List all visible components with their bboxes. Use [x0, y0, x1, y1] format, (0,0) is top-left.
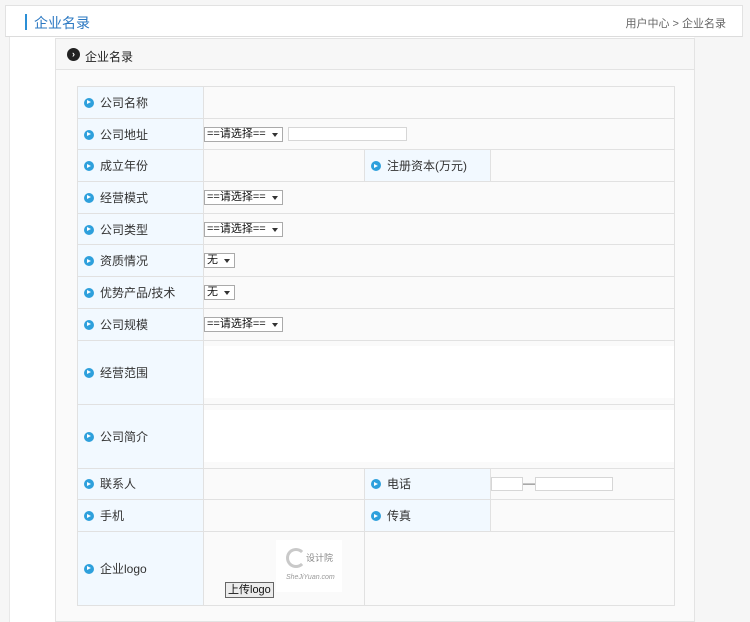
phone-number-input[interactable]	[535, 477, 613, 492]
registered-capital-label: 注册资本(万元)	[387, 159, 467, 174]
founded-year-label: 成立年份	[100, 159, 149, 174]
registered-capital-value[interactable]	[489, 149, 676, 183]
arrow-bullet-icon	[84, 192, 94, 203]
address-input[interactable]	[288, 127, 408, 142]
arrow-bullet-icon	[84, 563, 94, 574]
founded-year-value[interactable]	[203, 149, 365, 183]
logo-subtext: SheJiYuan.com	[286, 574, 335, 582]
business-model-label: 经营模式	[100, 190, 149, 205]
arrow-bullet-icon	[84, 319, 94, 330]
arrow-bullet-icon	[84, 224, 94, 235]
panel-header: › 企业名录	[56, 39, 694, 70]
logo-empty-cell	[363, 530, 676, 606]
arrow-bullet-icon	[84, 479, 94, 490]
company-intro-textarea[interactable]	[204, 410, 675, 462]
swirl-icon	[286, 548, 306, 569]
row-founded: 成立年份 注册资本(万元)	[77, 149, 676, 183]
phone-area-input[interactable]	[491, 477, 523, 492]
fax-label: 传真	[387, 509, 412, 524]
arrow-bullet-icon	[84, 287, 94, 298]
arrow-bullet-icon	[371, 511, 381, 522]
company-scale-select[interactable]: ==请选择==	[204, 316, 283, 332]
company-type-select[interactable]: ==请选择==	[204, 221, 283, 237]
arrow-bullet-icon	[371, 161, 381, 172]
row-logo: 企业logo 设计院 SheJiYuan.com 上传logo	[77, 530, 676, 606]
title-accent-bar	[25, 14, 27, 30]
advantage-select[interactable]: 无	[204, 285, 235, 301]
row-contact: 联系人 电话 —	[77, 467, 676, 501]
row-mobile: 手机 传真	[77, 499, 676, 532]
row-business-model: 经营模式 ==请选择==	[77, 181, 676, 214]
business-scope-label: 经营范围	[100, 365, 149, 380]
phone-label: 电话	[387, 477, 412, 492]
contact-value[interactable]	[203, 467, 365, 501]
row-advantage: 优势产品/技术 无	[77, 276, 676, 309]
label-cell: 公司名称	[77, 86, 204, 119]
logo-text: 设计院	[306, 553, 334, 564]
arrow-bullet-icon	[84, 161, 94, 172]
upload-logo-button[interactable]: 上传logo	[225, 582, 274, 599]
phone-separator: —	[523, 476, 535, 491]
company-form-table: 公司名称 公司地址 ==请选择== 成立年份 注册资本(万元) 经营模式 ==请…	[77, 86, 676, 606]
business-model-select[interactable]: ==请选择==	[204, 190, 283, 206]
row-company-name: 公司名称	[77, 86, 676, 119]
arrow-bullet-icon	[84, 367, 94, 378]
row-company-scale: 公司规模 ==请选择==	[77, 307, 676, 341]
chevron-down-icon	[224, 291, 230, 296]
qualification-label: 资质情况	[100, 254, 149, 269]
row-business-scope: 经营范围	[77, 339, 676, 405]
logo-upload-area: 设计院 SheJiYuan.com 上传logo	[204, 532, 364, 604]
fax-value[interactable]	[489, 499, 676, 532]
company-type-label: 公司类型	[100, 222, 149, 237]
arrow-bullet-icon	[84, 431, 94, 442]
mobile-value[interactable]	[203, 499, 365, 532]
logo-label: 企业logo	[100, 561, 147, 576]
address-select[interactable]: ==请选择==	[204, 126, 283, 142]
chevron-down-icon	[271, 227, 278, 232]
chevron-down-icon	[271, 322, 278, 327]
page-title: 企业名录	[34, 15, 90, 31]
company-intro-label: 公司简介	[100, 429, 149, 444]
business-scope-textarea[interactable]	[204, 346, 675, 398]
chevron-down-icon	[271, 196, 278, 201]
row-company-type: 公司类型 ==请选择==	[77, 212, 676, 246]
advantage-label: 优势产品/技术	[100, 285, 176, 300]
chevron-down-icon	[224, 259, 230, 264]
company-name-label: 公司名称	[100, 95, 149, 110]
arrow-bullet-icon	[84, 97, 94, 108]
breadcrumb[interactable]: 用户中心 > 企业名录	[625, 15, 726, 31]
chevron-right-icon: ›	[67, 48, 80, 61]
company-name-value[interactable]	[202, 86, 676, 119]
arrow-bullet-icon	[371, 479, 381, 490]
arrow-bullet-icon	[84, 256, 94, 267]
qualification-select[interactable]: 无	[204, 253, 235, 269]
logo-preview: 设计院 SheJiYuan.com	[276, 540, 342, 593]
panel-title: 企业名录	[85, 50, 134, 64]
arrow-bullet-icon	[84, 511, 94, 522]
row-qualification: 资质情况 无	[77, 244, 676, 278]
row-company-intro: 公司简介	[77, 403, 676, 469]
mobile-label: 手机	[100, 509, 125, 524]
contact-label: 联系人	[100, 477, 137, 492]
form-panel: › 企业名录 公司名称 公司地址 ==请选择== 成立年份 注册资本(万元) 经…	[55, 38, 695, 622]
company-scale-label: 公司规模	[100, 317, 149, 332]
page-header: 企业名录 用户中心 > 企业名录	[5, 5, 743, 37]
row-company-address: 公司地址 ==请选择==	[77, 117, 676, 151]
company-address-label: 公司地址	[100, 127, 149, 142]
chevron-down-icon	[271, 132, 278, 137]
arrow-bullet-icon	[84, 129, 94, 140]
